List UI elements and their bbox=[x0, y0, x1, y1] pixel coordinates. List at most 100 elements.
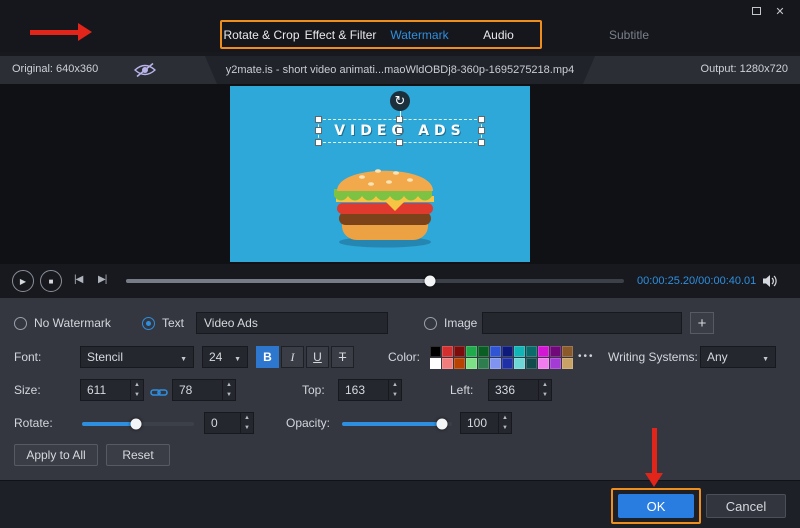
color-swatches bbox=[430, 346, 573, 369]
resize-handle[interactable] bbox=[478, 116, 485, 123]
bold-button[interactable]: B bbox=[256, 346, 279, 368]
tab-watermark[interactable]: Watermark bbox=[380, 22, 459, 50]
color-swatch[interactable] bbox=[454, 346, 465, 357]
info-bar: Original: 640x360 y2mate.is - short vide… bbox=[0, 56, 800, 84]
resize-handle[interactable] bbox=[396, 139, 403, 146]
cancel-button[interactable]: Cancel bbox=[706, 494, 786, 518]
link-ratio-icon[interactable] bbox=[150, 385, 168, 403]
more-colors-button[interactable]: ••• bbox=[578, 351, 595, 362]
width-spinner[interactable]: 611 bbox=[80, 379, 144, 401]
play-button[interactable]: ▶ bbox=[12, 270, 34, 292]
spin-down-icon[interactable] bbox=[389, 390, 401, 400]
color-swatch[interactable] bbox=[562, 358, 573, 369]
color-swatch[interactable] bbox=[466, 346, 477, 357]
color-swatch[interactable] bbox=[490, 346, 501, 357]
color-swatch[interactable] bbox=[514, 358, 525, 369]
prev-frame-button[interactable]: |◀ bbox=[74, 274, 82, 285]
watermark-image-input[interactable] bbox=[482, 312, 682, 334]
top-spinner[interactable]: 163 bbox=[338, 379, 402, 401]
rotate-slider-knob[interactable] bbox=[130, 419, 141, 430]
spin-down-icon[interactable] bbox=[241, 423, 253, 433]
preview-eye-icon[interactable] bbox=[134, 62, 156, 83]
watermark-panel: No Watermark Text Image + Font: Stencil … bbox=[0, 298, 800, 480]
maximize-icon[interactable] bbox=[748, 4, 764, 18]
add-image-button[interactable]: + bbox=[690, 312, 714, 334]
spin-up-icon[interactable] bbox=[389, 380, 401, 390]
resize-handle[interactable] bbox=[478, 139, 485, 146]
image-watermark-radio[interactable] bbox=[424, 317, 437, 330]
color-swatch[interactable] bbox=[454, 358, 465, 369]
color-swatch[interactable] bbox=[538, 358, 549, 369]
italic-button[interactable]: I bbox=[281, 346, 304, 368]
color-swatch[interactable] bbox=[562, 346, 573, 357]
color-swatch[interactable] bbox=[502, 358, 513, 369]
font-size-select[interactable]: 24 bbox=[202, 346, 248, 368]
font-select[interactable]: Stencil bbox=[80, 346, 194, 368]
move-handle[interactable] bbox=[396, 127, 403, 134]
color-swatch[interactable] bbox=[430, 358, 441, 369]
spinner-arrows bbox=[498, 413, 511, 433]
color-swatch[interactable] bbox=[502, 346, 513, 357]
color-swatch[interactable] bbox=[466, 358, 477, 369]
watermark-selection-box[interactable]: VIDEO ADS ↻ bbox=[318, 119, 482, 143]
spin-up-icon[interactable] bbox=[499, 413, 511, 423]
color-swatch[interactable] bbox=[538, 346, 549, 357]
writing-systems-select[interactable]: Any bbox=[700, 346, 776, 368]
color-swatch[interactable] bbox=[490, 358, 501, 369]
opacity-spinner[interactable]: 100 bbox=[460, 412, 512, 434]
opacity-slider[interactable] bbox=[342, 422, 452, 426]
font-select-value: Stencil bbox=[87, 350, 123, 364]
opacity-slider-knob[interactable] bbox=[437, 419, 448, 430]
rotate-spinner[interactable]: 0 bbox=[204, 412, 254, 434]
tab-rotate-crop[interactable]: Rotate & Crop bbox=[222, 22, 301, 50]
height-spinner[interactable]: 78 bbox=[172, 379, 236, 401]
spin-up-icon[interactable] bbox=[131, 380, 143, 390]
close-icon[interactable]: ✕ bbox=[772, 4, 788, 18]
no-watermark-radio[interactable] bbox=[14, 317, 27, 330]
stop-button[interactable]: ■ bbox=[40, 270, 62, 292]
resize-handle[interactable] bbox=[315, 127, 322, 134]
watermark-text-input[interactable] bbox=[196, 312, 388, 334]
color-swatch[interactable] bbox=[478, 358, 489, 369]
color-swatch[interactable] bbox=[514, 346, 525, 357]
color-swatch[interactable] bbox=[550, 358, 561, 369]
spin-down-icon[interactable] bbox=[223, 390, 235, 400]
tab-audio[interactable]: Audio bbox=[459, 22, 538, 50]
color-swatch[interactable] bbox=[442, 358, 453, 369]
next-frame-button[interactable]: ▶| bbox=[98, 274, 106, 285]
ok-button[interactable]: OK bbox=[618, 494, 694, 518]
apply-to-all-button[interactable]: Apply to All bbox=[14, 444, 98, 466]
spin-up-icon[interactable] bbox=[223, 380, 235, 390]
rotate-slider[interactable] bbox=[82, 422, 194, 426]
underline-button[interactable]: U bbox=[306, 346, 329, 368]
seek-slider-knob[interactable] bbox=[424, 276, 435, 287]
spin-up-icon[interactable] bbox=[241, 413, 253, 423]
spin-down-icon[interactable] bbox=[539, 390, 551, 400]
seek-slider[interactable] bbox=[126, 279, 624, 283]
opacity-label: Opacity: bbox=[286, 416, 330, 430]
tabs: Rotate & Crop Effect & Filter Watermark … bbox=[222, 22, 674, 50]
resize-handle[interactable] bbox=[315, 116, 322, 123]
tab-subtitle[interactable]: Subtitle bbox=[584, 22, 674, 50]
top-value: 163 bbox=[339, 380, 388, 400]
color-swatch[interactable] bbox=[442, 346, 453, 357]
color-swatch[interactable] bbox=[550, 346, 561, 357]
color-swatch[interactable] bbox=[430, 346, 441, 357]
tab-effect-filter[interactable]: Effect & Filter bbox=[301, 22, 380, 50]
spin-up-icon[interactable] bbox=[539, 380, 551, 390]
color-swatch[interactable] bbox=[526, 358, 537, 369]
strikethrough-button[interactable]: T bbox=[331, 346, 354, 368]
resize-handle[interactable] bbox=[315, 139, 322, 146]
reset-button[interactable]: Reset bbox=[106, 444, 170, 466]
height-value: 78 bbox=[173, 380, 222, 400]
resize-handle[interactable] bbox=[478, 127, 485, 134]
text-watermark-radio[interactable] bbox=[142, 317, 155, 330]
volume-icon[interactable] bbox=[762, 274, 778, 293]
rotate-handle-icon[interactable]: ↻ bbox=[390, 91, 410, 111]
spin-down-icon[interactable] bbox=[131, 390, 143, 400]
left-spinner[interactable]: 336 bbox=[488, 379, 552, 401]
color-swatch[interactable] bbox=[526, 346, 537, 357]
spin-down-icon[interactable] bbox=[499, 423, 511, 433]
color-swatch[interactable] bbox=[478, 346, 489, 357]
annotation-arrow-down bbox=[652, 428, 657, 474]
